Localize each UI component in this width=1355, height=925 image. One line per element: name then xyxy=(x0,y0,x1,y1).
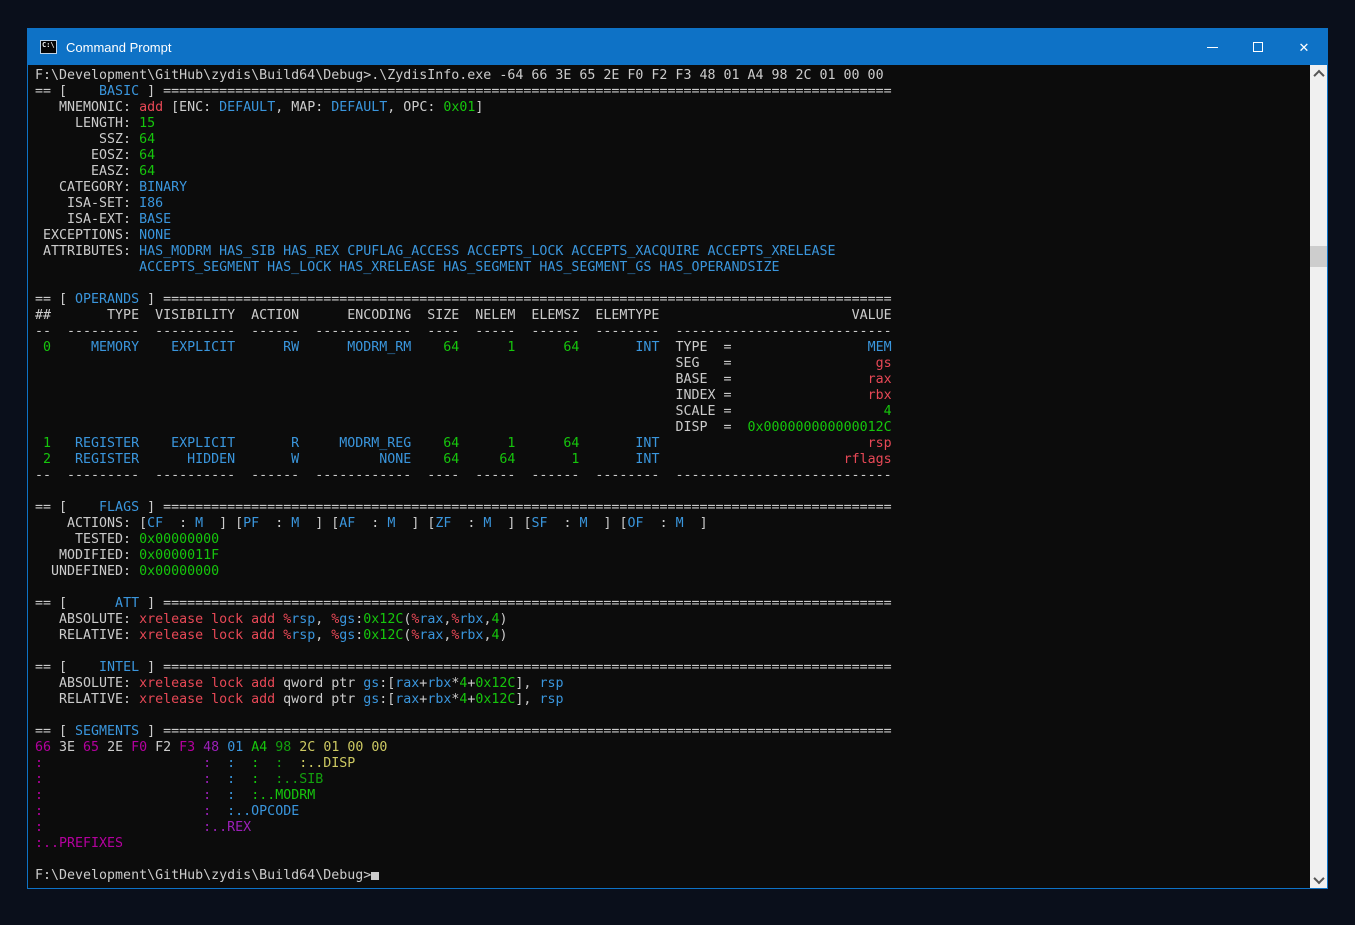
console-line: SSZ: 64 xyxy=(35,132,1310,148)
console-line: == [ INTEL ] ===========================… xyxy=(35,660,1310,676)
console-line: ABSOLUTE: xrelease lock add %rsp, %gs:0x… xyxy=(35,612,1310,628)
console-line: 1 REGISTER EXPLICIT R MODRM_REG 64 1 64 … xyxy=(35,436,1310,452)
console-line: == [ FLAGS ] ===========================… xyxy=(35,500,1310,516)
maximize-icon xyxy=(1253,42,1263,52)
console-line: 2 REGISTER HIDDEN W NONE 64 64 1 INT rfl… xyxy=(35,452,1310,468)
console-line xyxy=(35,852,1310,868)
console-line: SCALE = 4 xyxy=(35,404,1310,420)
maximize-button[interactable] xyxy=(1235,29,1281,65)
chevron-up-icon xyxy=(1313,69,1324,80)
console-line: ## TYPE VISIBILITY ACTION ENCODING SIZE … xyxy=(35,308,1310,324)
console-line: F:\Development\GitHub\zydis\Build64\Debu… xyxy=(35,68,1310,84)
console-line: INDEX = rbx xyxy=(35,388,1310,404)
console-line: : : : :..MODRM xyxy=(35,788,1310,804)
minimize-icon xyxy=(1207,47,1218,48)
scroll-up-button[interactable] xyxy=(1310,65,1327,82)
console-line: == [ SEGMENTS ] ========================… xyxy=(35,724,1310,740)
console-line: UNDEFINED: 0x00000000 xyxy=(35,564,1310,580)
console-line: RELATIVE: xrelease lock add qword ptr gs… xyxy=(35,692,1310,708)
console-line xyxy=(35,644,1310,660)
console-line: EASZ: 64 xyxy=(35,164,1310,180)
console-line: MNEMONIC: add [ENC: DEFAULT, MAP: DEFAUL… xyxy=(35,100,1310,116)
console-line: == [ OPERANDS ] ========================… xyxy=(35,292,1310,308)
console-line: 66 3E 65 2E F0 F2 F3 48 01 A4 98 2C 01 0… xyxy=(35,740,1310,756)
console-line: CATEGORY: BINARY xyxy=(35,180,1310,196)
console-line: -- --------- ---------- ------ ---------… xyxy=(35,468,1310,484)
console-line: EOSZ: 64 xyxy=(35,148,1310,164)
scroll-down-button[interactable] xyxy=(1310,871,1327,888)
console-output[interactable]: F:\Development\GitHub\zydis\Build64\Debu… xyxy=(28,65,1310,888)
console-line: DISP = 0x000000000000012C xyxy=(35,420,1310,436)
console-line xyxy=(35,708,1310,724)
text-cursor xyxy=(371,872,379,880)
cmd-icon: C:\ xyxy=(40,40,57,54)
title-bar[interactable]: C:\ Command Prompt ✕ xyxy=(28,29,1327,65)
cmd-icon-glyph: C:\ xyxy=(42,41,55,49)
console-line: ACTIONS: [CF : M ] [PF : M ] [AF : M ] [… xyxy=(35,516,1310,532)
console-line: ISA-EXT: BASE xyxy=(35,212,1310,228)
console-line: EXCEPTIONS: NONE xyxy=(35,228,1310,244)
scrollbar-thumb[interactable] xyxy=(1310,246,1327,267)
close-icon: ✕ xyxy=(1299,41,1310,54)
console-line: MODIFIED: 0x0000011F xyxy=(35,548,1310,564)
console-line: : : : : : :..DISP xyxy=(35,756,1310,772)
console-line xyxy=(35,484,1310,500)
console-line: ABSOLUTE: xrelease lock add qword ptr gs… xyxy=(35,676,1310,692)
console-line: F:\Development\GitHub\zydis\Build64\Debu… xyxy=(35,868,1310,884)
console-line: == [ ATT ] =============================… xyxy=(35,596,1310,612)
console-line: ACCEPTS_SEGMENT HAS_LOCK HAS_XRELEASE HA… xyxy=(35,260,1310,276)
console-line: BASE = rax xyxy=(35,372,1310,388)
window-title: Command Prompt xyxy=(66,40,171,55)
console-line: : : :..OPCODE xyxy=(35,804,1310,820)
console-line xyxy=(35,580,1310,596)
console-line: -- --------- ---------- ------ ---------… xyxy=(35,324,1310,340)
console-line: LENGTH: 15 xyxy=(35,116,1310,132)
chevron-down-icon xyxy=(1313,872,1324,883)
console-line xyxy=(35,276,1310,292)
console-client-area: F:\Development\GitHub\zydis\Build64\Debu… xyxy=(28,65,1327,888)
console-line: : :..REX xyxy=(35,820,1310,836)
console-line: : : : : :..SIB xyxy=(35,772,1310,788)
vertical-scrollbar[interactable] xyxy=(1310,65,1327,888)
command-prompt-window: C:\ Command Prompt ✕ F:\Development\GitH… xyxy=(27,28,1328,889)
console-line: == [ BASIC ] ===========================… xyxy=(35,84,1310,100)
close-button[interactable]: ✕ xyxy=(1281,29,1327,65)
console-line: SEG = gs xyxy=(35,356,1310,372)
console-line: ISA-SET: I86 xyxy=(35,196,1310,212)
window-controls: ✕ xyxy=(1189,29,1327,65)
console-line: 0 MEMORY EXPLICIT RW MODRM_RM 64 1 64 IN… xyxy=(35,340,1310,356)
console-line: :..PREFIXES xyxy=(35,836,1310,852)
console-line: TESTED: 0x00000000 xyxy=(35,532,1310,548)
minimize-button[interactable] xyxy=(1189,29,1235,65)
desktop: { "window": { "title": "Command Prompt",… xyxy=(0,0,1355,925)
console-line: RELATIVE: xrelease lock add %rsp, %gs:0x… xyxy=(35,628,1310,644)
console-line: ATTRIBUTES: HAS_MODRM HAS_SIB HAS_REX CP… xyxy=(35,244,1310,260)
